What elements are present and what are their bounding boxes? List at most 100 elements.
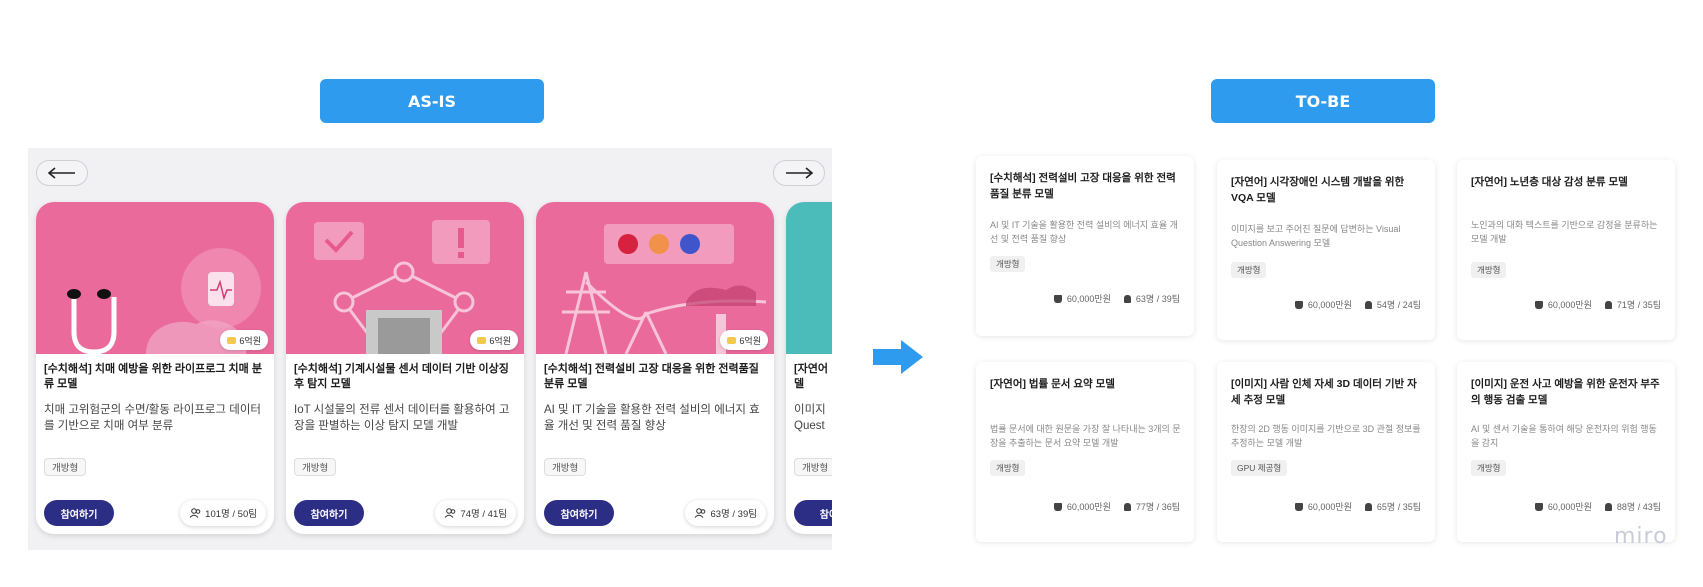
tobe-card-tag: 개방형 (1471, 262, 1507, 278)
trophy-icon (1294, 502, 1303, 511)
participant-count-text: 71명 / 35팀 (1616, 300, 1661, 310)
card-tag: 개방형 (44, 458, 87, 476)
tobe-card[interactable]: [이미지] 운전 사고 예방을 위한 운전자 부주의 행동 검출 모델 AI 및… (1457, 362, 1675, 542)
prev-button[interactable] (36, 160, 88, 186)
participant-count-text: 74명 / 41팀 (460, 509, 507, 520)
prize-text: 60,000만원 (1066, 502, 1111, 512)
card-image-teal (786, 202, 832, 354)
prize-text: 60,000만원 (1547, 300, 1592, 310)
tobe-card-stats: 60,000만원 63명 / 39팀 (1053, 292, 1180, 305)
prize-text: 6억원 (239, 335, 261, 346)
tobe-card-title: [자연어] 시각장애인 시스템 개발을 위한 VQA 모델 (1231, 176, 1405, 204)
tobe-card-desc: AI 및 IT 기술을 활용한 전력 설비의 에너지 효율 개선 및 전력 품질… (990, 220, 1178, 244)
prize-badge: 6억원 (220, 330, 268, 350)
join-button[interactable]: 참여하기 (44, 500, 114, 526)
person-icon (1604, 502, 1612, 511)
arrow-right-icon (786, 167, 814, 179)
challenge-card-partial[interactable]: [자연어델 이미지 Quest 개방형 참여 (786, 202, 832, 534)
tobe-card-desc: 이미지를 보고 주어진 질문에 답변하는 Visual Question Ans… (1231, 224, 1401, 248)
person-icon (1604, 300, 1612, 309)
card-desc: AI 및 IT 기술을 활용한 전력 설비의 에너지 효율 개선 및 전력 품질… (544, 404, 760, 432)
tobe-card-stats: 60,000만원 65명 / 35팀 (1294, 500, 1421, 513)
tobe-card-stats: 60,000만원 77명 / 36팀 (1053, 500, 1180, 513)
participant-count: 101명 / 50팀 (180, 500, 266, 526)
next-button[interactable] (773, 160, 825, 186)
card-title-line2: 델 (794, 378, 805, 390)
prize-text: 6억원 (739, 335, 761, 346)
participant-count-text: 65명 / 35팀 (1376, 502, 1421, 512)
challenge-card[interactable]: 6억원 [수치해석] 치매 예방을 위한 라이프로그 치매 분류 모델 치매 고… (36, 202, 274, 534)
participant-count-text: 88명 / 43팀 (1616, 502, 1661, 512)
participant-count-text: 63명 / 39팀 (1135, 294, 1180, 304)
coin-icon (227, 336, 237, 344)
tobe-card[interactable]: [자연어] 법률 문서 요약 모델 법률 문서에 대한 원문을 가장 잘 나타내… (976, 362, 1194, 542)
tobe-card-desc: 법률 문서에 대한 원문을 가장 잘 나타내는 3개의 문장을 추출하는 문서 … (990, 424, 1181, 448)
tobe-card-desc: AI 및 센서 기술을 통하여 해당 운전자의 위험 행동을 감지 (1471, 424, 1657, 448)
tobe-card[interactable]: [이미지] 사람 인체 자세 3D 데이터 기반 자세 추정 모델 한장의 2D… (1217, 362, 1435, 542)
tobe-card[interactable]: [자연어] 시각장애인 시스템 개발을 위한 VQA 모델 이미지를 보고 주어… (1217, 160, 1435, 340)
participant-count-text: 101명 / 50팀 (205, 509, 257, 520)
participant-count-text: 63명 / 39팀 (710, 509, 757, 520)
prize-text: 60,000만원 (1307, 502, 1352, 512)
join-button[interactable]: 참여하기 (544, 500, 614, 526)
tobe-card-stats: 60,000만원 71명 / 35팀 (1534, 298, 1661, 311)
challenge-card[interactable]: 6억원 [수치해석] 기계시설물 센서 데이터 기반 이상징후 탐지 모델 Io… (286, 202, 524, 534)
card-desc: IoT 시설물의 전류 센서 데이터를 활용하여 고장을 판별하는 이상 탐지 … (294, 404, 510, 432)
blue-right-arrow-icon (873, 340, 923, 374)
card-title: [자연어델 (794, 362, 832, 392)
participant-count: 63명 / 39팀 (685, 500, 766, 526)
tobe-card-tag: 개방형 (1231, 262, 1267, 278)
prize-text: 60,000만원 (1547, 502, 1592, 512)
prize-text: 60,000만원 (1307, 300, 1352, 310)
prize-badge: 6억원 (470, 330, 518, 350)
prize-text: 60,000만원 (1066, 294, 1111, 304)
tobe-label: TO-BE (1211, 79, 1435, 123)
join-button[interactable]: 참여 (794, 500, 832, 526)
tobe-card-title: [이미지] 운전 사고 예방을 위한 운전자 부주의 행동 검출 모델 (1471, 378, 1660, 406)
trophy-icon (1534, 300, 1543, 309)
card-tag: 개방형 (794, 458, 832, 476)
asis-carousel: 6억원 [수치해석] 치매 예방을 위한 라이프로그 치매 분류 모델 치매 고… (28, 148, 832, 550)
tobe-card-stats: 60,000만원 54명 / 24팀 (1294, 298, 1421, 311)
person-icon (1123, 294, 1131, 303)
miro-watermark: miro (1614, 524, 1668, 549)
trophy-icon (1053, 502, 1062, 511)
prize-text: 6억원 (489, 335, 511, 346)
card-title: [수치해석] 기계시설물 센서 데이터 기반 이상징후 탐지 모델 (294, 363, 509, 390)
tobe-card-tag: GPU 제공형 (1231, 460, 1288, 476)
participant-count-text: 77명 / 36팀 (1135, 502, 1180, 512)
card-title: [수치해석] 전력설비 고장 대응을 위한 전력품질 분류 모델 (544, 363, 759, 390)
card-tag: 개방형 (544, 458, 587, 476)
arrow-left-icon (47, 167, 75, 179)
person-icon (1364, 502, 1372, 511)
people-icon (445, 508, 456, 518)
tobe-card-stats: 60,000만원 88명 / 43팀 (1534, 500, 1661, 513)
tobe-card-title: [자연어] 노년층 대상 감성 분류 모델 (1471, 176, 1628, 188)
tobe-card-title: [자연어] 법률 문서 요약 모델 (990, 378, 1115, 390)
trophy-icon (1534, 502, 1543, 511)
asis-label: AS-IS (320, 79, 544, 123)
tobe-card-desc: 노인과의 대화 텍스트를 기반으로 감정을 분류하는 모델 개발 (1471, 220, 1658, 244)
challenge-card[interactable]: 6억원 [수치해석] 전력설비 고장 대응을 위한 전력품질 분류 모델 AI … (536, 202, 774, 534)
coin-icon (477, 336, 487, 344)
tobe-label-text: TO-BE (1295, 91, 1351, 111)
card-title-line1: [자연어 (794, 363, 829, 375)
card-tag: 개방형 (294, 458, 337, 476)
coin-icon (727, 336, 737, 344)
tobe-card[interactable]: [자연어] 노년층 대상 감성 분류 모델 노인과의 대화 텍스트를 기반으로 … (1457, 160, 1675, 340)
join-button[interactable]: 참여하기 (294, 500, 364, 526)
tobe-card-tag: 개방형 (990, 256, 1026, 272)
people-icon (695, 508, 706, 518)
tobe-card-title: [수치해석] 전력설비 고장 대응을 위한 전력품질 분류 모델 (990, 172, 1176, 200)
asis-label-text: AS-IS (407, 91, 457, 111)
person-icon (1123, 502, 1131, 511)
participant-count-text: 54명 / 24팀 (1376, 300, 1421, 310)
tobe-card-title: [이미지] 사람 인체 자세 3D 데이터 기반 자세 추정 모델 (1231, 378, 1417, 406)
tobe-card-desc: 한장의 2D 행동 이미지를 기반으로 3D 관절 정보를 추정하는 모델 개발 (1231, 424, 1421, 448)
card-title: [수치해석] 치매 예방을 위한 라이프로그 치매 분류 모델 (44, 363, 262, 390)
card-desc: 이미지 Quest (794, 404, 826, 432)
prize-badge: 6억원 (720, 330, 768, 350)
tobe-card-tag: 개방형 (990, 460, 1026, 476)
trophy-icon (1294, 300, 1303, 309)
tobe-card[interactable]: [수치해석] 전력설비 고장 대응을 위한 전력품질 분류 모델 AI 및 IT… (976, 156, 1194, 336)
